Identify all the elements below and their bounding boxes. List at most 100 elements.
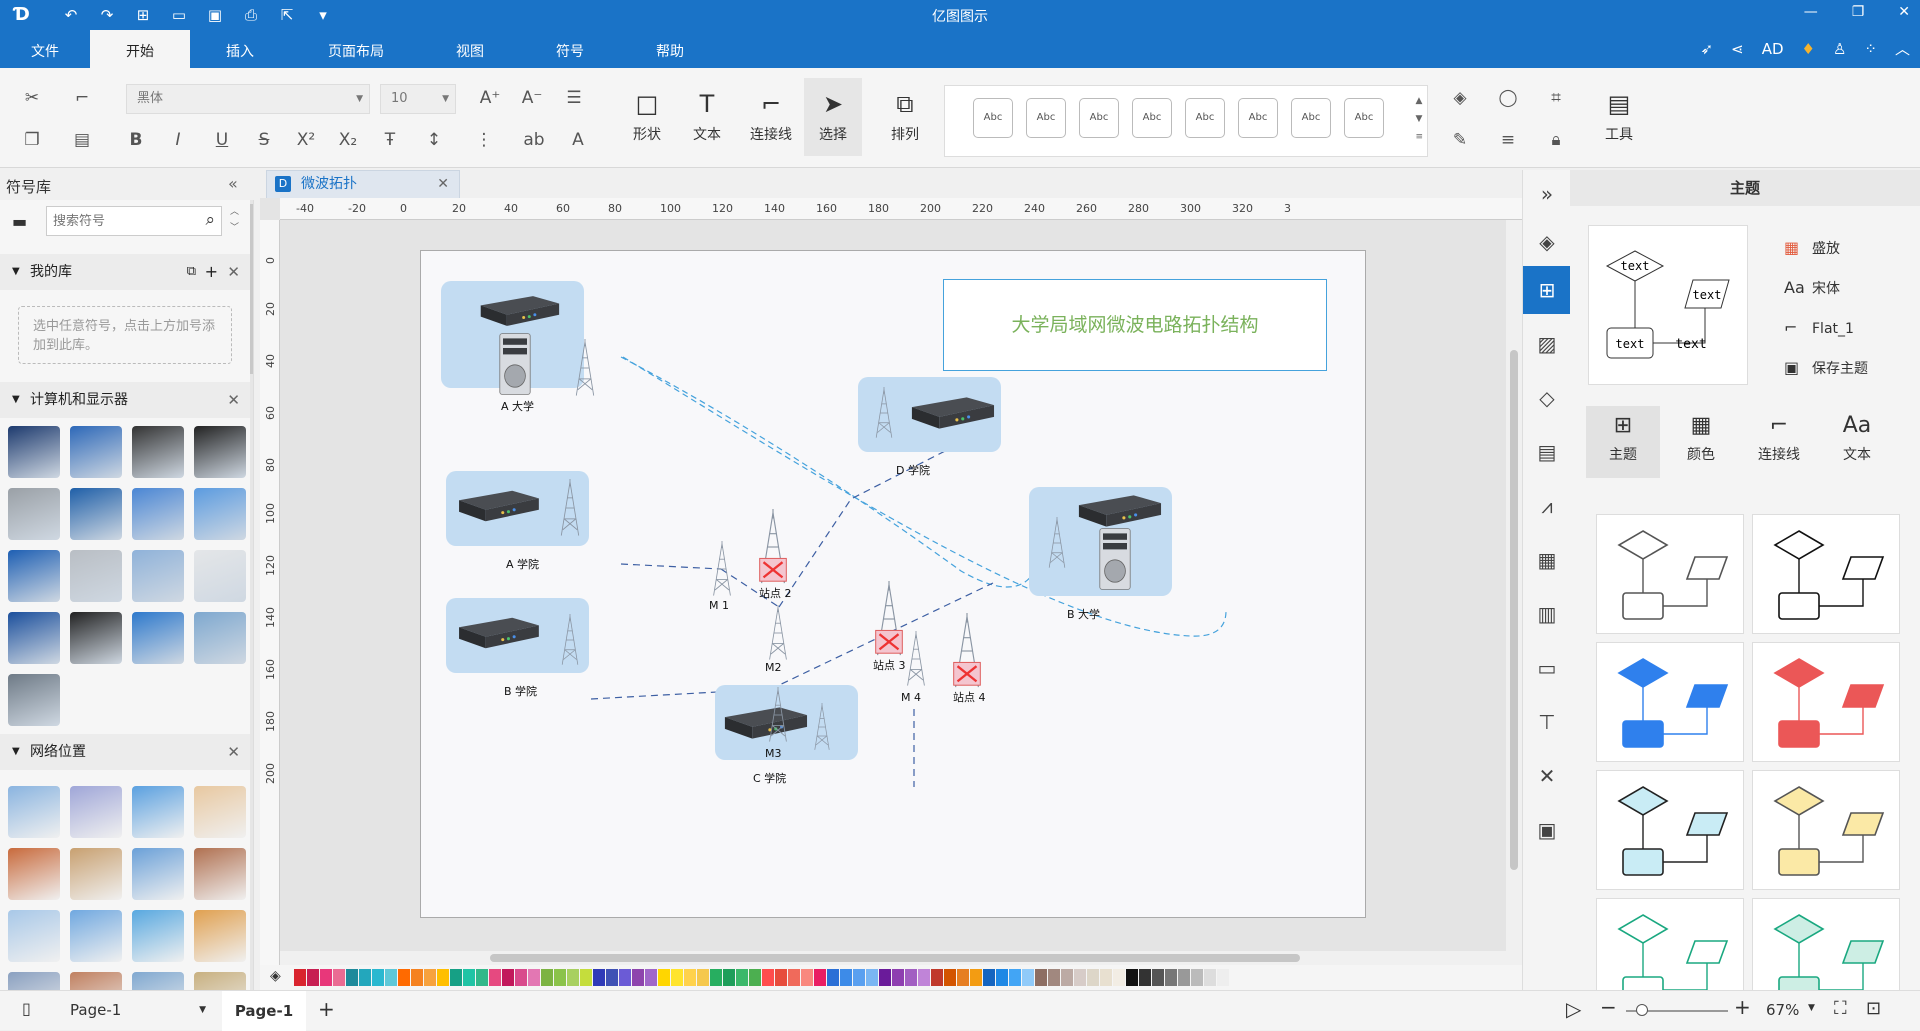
font-size-select[interactable]: 10 ▼: [380, 84, 456, 114]
tab-help[interactable]: 帮助: [620, 30, 720, 68]
print-icon[interactable]: ⎙: [240, 5, 262, 25]
arrange-button[interactable]: ⧉ 排列: [878, 78, 932, 156]
style-thumb[interactable]: Abc: [1132, 98, 1172, 138]
minimize-icon[interactable]: —: [1804, 4, 1818, 20]
computer-symbol[interactable]: [194, 550, 246, 602]
new-icon[interactable]: ⊞: [132, 5, 154, 25]
building-symbol[interactable]: [70, 786, 122, 838]
tower-m2[interactable]: [761, 605, 795, 665]
building-symbol[interactable]: [8, 786, 60, 838]
color-swatch[interactable]: [749, 969, 761, 986]
underline-icon[interactable]: U: [208, 126, 236, 154]
add-icon[interactable]: +: [205, 254, 218, 290]
color-swatch[interactable]: [541, 969, 553, 986]
zoom-out-icon[interactable]: −: [1600, 995, 1617, 1019]
theme-icon[interactable]: ⊞: [1523, 266, 1571, 314]
color-swatch[interactable]: [606, 969, 618, 986]
color-swatch[interactable]: [307, 969, 319, 986]
shrink-font-icon[interactable]: A⁻: [518, 84, 546, 112]
color-swatch[interactable]: [411, 969, 423, 986]
tab-connector[interactable]: ⌐ 连接线: [1742, 406, 1816, 478]
color-swatch[interactable]: [1165, 969, 1177, 986]
text-style-icon[interactable]: Ŧ: [376, 126, 404, 154]
theme-thumbnail[interactable]: [1596, 770, 1744, 890]
theme-thumbnail[interactable]: [1596, 514, 1744, 634]
redo-icon[interactable]: ↷: [96, 5, 118, 25]
shuffle-icon[interactable]: ✕: [1523, 752, 1571, 800]
color-swatch[interactable]: [1100, 969, 1112, 986]
play-icon[interactable]: ▷: [1566, 997, 1581, 1021]
line-color-icon[interactable]: ✎: [1446, 126, 1474, 154]
connector-button[interactable]: ⌐ 连接线: [742, 78, 800, 156]
full-screen-icon[interactable]: ⊡: [1866, 998, 1881, 1019]
shadow-icon[interactable]: ◯: [1494, 84, 1522, 112]
close-icon[interactable]: ✕: [227, 734, 240, 770]
computers-section[interactable]: ▼ 计算机和显示器 ✕: [0, 382, 250, 418]
image-icon[interactable]: ▨: [1523, 320, 1571, 368]
color-swatch[interactable]: [814, 969, 826, 986]
theme-thumbnail[interactable]: [1752, 770, 1900, 890]
color-swatch[interactable]: [385, 969, 397, 986]
collapse-panel-icon[interactable]: «: [228, 174, 238, 193]
tools-button[interactable]: ▤ 工具: [1592, 78, 1646, 156]
color-swatch[interactable]: [554, 969, 566, 986]
left-scrollbar-thumb[interactable]: [250, 204, 253, 374]
color-swatch[interactable]: [476, 969, 488, 986]
color-swatch[interactable]: [801, 969, 813, 986]
color-swatch[interactable]: [398, 969, 410, 986]
export-icon[interactable]: ⇱: [276, 5, 298, 25]
building-symbol[interactable]: [8, 848, 60, 900]
zoom-slider-handle[interactable]: [1636, 1004, 1648, 1016]
tower-site3[interactable]: [869, 581, 909, 661]
data-icon[interactable]: ▥: [1523, 590, 1571, 638]
color-swatch[interactable]: [515, 969, 527, 986]
building-symbol[interactable]: [194, 786, 246, 838]
send-icon[interactable]: ➶: [1701, 40, 1714, 58]
color-swatch[interactable]: [1061, 969, 1073, 986]
collapse-ribbon-icon[interactable]: ︿: [1895, 38, 1910, 59]
color-swatch[interactable]: [1022, 969, 1034, 986]
my-library-section[interactable]: ▼ 我的库 ⧉ + ✕: [0, 254, 250, 290]
computer-symbol[interactable]: [70, 612, 122, 664]
building-symbol[interactable]: [8, 910, 60, 962]
library-menu-icon[interactable]: ▬: [12, 212, 27, 231]
node-b-univ[interactable]: [1029, 487, 1172, 596]
font-color-icon[interactable]: A: [564, 126, 592, 154]
color-swatch[interactable]: [1152, 969, 1164, 986]
building-symbol[interactable]: [132, 972, 184, 990]
style-thumb[interactable]: Abc: [1344, 98, 1384, 138]
presentation-icon[interactable]: ▣: [1523, 806, 1571, 854]
building-symbol[interactable]: [194, 910, 246, 962]
text-button[interactable]: T 文本: [680, 78, 734, 156]
line-style-icon[interactable]: ≡: [1494, 126, 1522, 154]
tab-home[interactable]: 开始: [90, 30, 190, 68]
style-thumb[interactable]: Abc: [1238, 98, 1278, 138]
fill-bucket-icon[interactable]: ◈: [1523, 218, 1571, 266]
color-swatch[interactable]: [827, 969, 839, 986]
building-symbol[interactable]: [132, 848, 184, 900]
color-swatch[interactable]: [723, 969, 735, 986]
subscript-icon[interactable]: X₂: [334, 126, 362, 154]
add-page-icon[interactable]: +: [318, 997, 335, 1021]
restore-icon[interactable]: ❐: [1852, 4, 1865, 20]
theme-thumbnail[interactable]: [1752, 514, 1900, 634]
apps-icon[interactable]: ⁘: [1864, 40, 1877, 58]
color-swatch[interactable]: [1126, 969, 1138, 986]
color-swatch[interactable]: [658, 969, 670, 986]
color-swatch[interactable]: [697, 969, 709, 986]
building-symbol[interactable]: [70, 848, 122, 900]
tab-theme[interactable]: ⊞ 主题: [1586, 406, 1660, 478]
color-swatch[interactable]: [684, 969, 696, 986]
color-swatch[interactable]: [567, 969, 579, 986]
zoom-in-icon[interactable]: +: [1734, 995, 1751, 1019]
color-swatch[interactable]: [450, 969, 462, 986]
computer-symbol[interactable]: [194, 426, 246, 478]
shirt-icon[interactable]: ♙: [1833, 40, 1846, 58]
theme-option-blossom[interactable]: ▦ 盛放: [1784, 236, 1840, 260]
format-painter-icon[interactable]: ⌐: [68, 84, 96, 112]
color-swatch[interactable]: [580, 969, 592, 986]
color-swatch[interactable]: [983, 969, 995, 986]
color-swatch[interactable]: [437, 969, 449, 986]
search-icon[interactable]: ⌕: [205, 210, 215, 230]
copy-icon[interactable]: ❐: [18, 126, 46, 154]
